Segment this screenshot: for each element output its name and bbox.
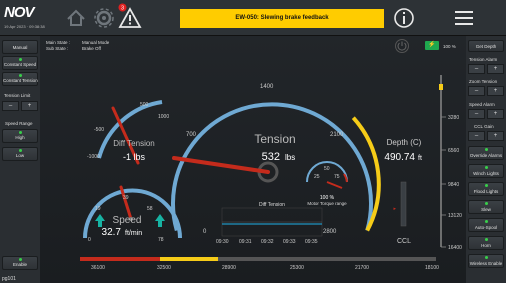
motor-tick-50: 50 [324,166,330,172]
depth-tick-9840: 9840 [448,182,459,188]
bottom-tick-36100: 36100 [91,265,105,271]
speed-tick-19: 19 [95,206,101,212]
depth-value: 490.74 [384,152,415,163]
speed-tick-39: 39 [123,195,129,201]
motor-tick-25: 25 [314,174,320,180]
tension-tick-1400: 1400 [260,84,274,90]
bottom-tick-18100: 18100 [425,265,439,271]
speed-value: 32.7 [102,227,122,238]
depth-tick-6560: 6560 [448,148,459,154]
depth-scale-marker [439,84,443,90]
speed-up-arrow-icon [95,214,105,227]
tension-value: 532 [262,151,280,163]
bottom-tick-25300: 25300 [290,265,304,271]
trend-time-2: 09:32 [261,239,274,245]
tension-tick-0: 0 [203,229,207,235]
tension-tick-2100: 2100 [330,132,344,138]
bottom-tick-21700: 21700 [355,265,369,271]
depth-tick-3280: 3280 [448,115,459,121]
diff-tick-500: 500 [140,102,149,108]
gauge-area: 0 700 1400 2100 2800 Tension 532 lbs 25 … [80,75,462,271]
tension-tick-700: 700 [186,132,197,138]
motor-torque-track [306,161,348,183]
depth-unit: ft [418,155,422,162]
tension-unit: lbs [285,153,295,162]
diff-tick-neg500: -500 [94,127,104,133]
ccl-marker: ▸ [393,206,396,212]
motor-torque-label: Motor Torque range [307,201,347,206]
depth-title: Depth (C) [387,138,422,147]
tension-tick-2800: 2800 [323,229,337,235]
bottom-tick-28900: 28900 [222,265,236,271]
trend-time-3: 09:33 [283,239,296,245]
speed-up-arrow-icon-right [155,214,165,227]
speed-tick-78: 78 [158,237,164,243]
diff-tension-title: Diff Tension [113,139,155,148]
trend-title: Diff Tension [259,202,285,208]
diff-tension-value: -1 lbs [123,152,146,162]
tension-needle [172,156,270,174]
speed-unit: ft/min [125,230,142,237]
depth-tick-16400: 16400 [448,245,462,251]
motor-torque-needle [326,181,343,189]
speed-title: Speed [113,215,142,226]
ccl-label: CCL [397,238,411,245]
speed-tick-0: 0 [88,237,91,243]
trend-time-1: 09:31 [239,239,252,245]
diff-tick-neg1000: -1000 [87,154,100,160]
bottom-tick-32500: 32500 [157,265,171,271]
trend-time-0: 09:30 [216,239,229,245]
motor-tick-75: 75 [334,174,340,180]
winch-control-screen: NOV 19 Apr 2023 · 09:38:38 3 EW-050: Sle… [0,0,506,283]
speed-tick-58: 58 [147,206,153,212]
depth-tick-13120: 13120 [448,213,462,219]
tension-title: Tension [254,132,295,146]
ccl-bar [400,181,407,227]
trend-time-4: 09:35 [305,239,318,245]
diff-tick-1000: 1000 [158,114,169,120]
